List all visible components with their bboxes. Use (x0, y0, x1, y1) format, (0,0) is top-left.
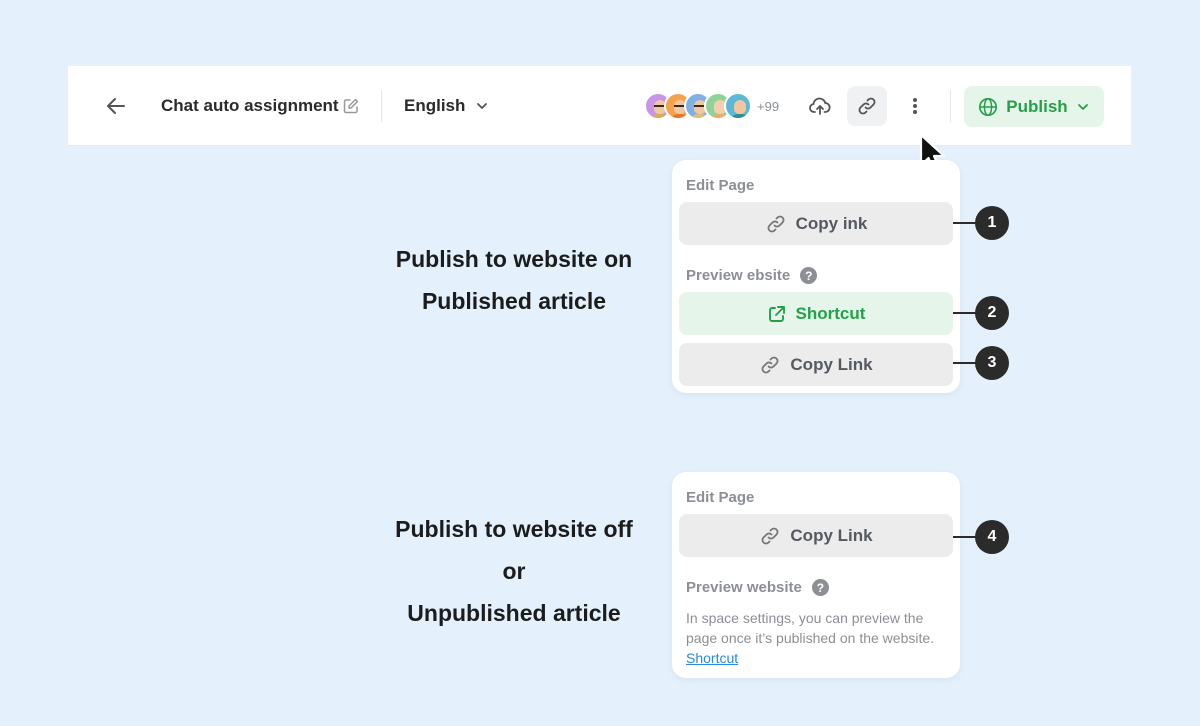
callout-badge-1: 1 (975, 206, 1009, 240)
copy-edit-link-button[interactable]: Copy ink (679, 202, 953, 245)
cloud-upload-button[interactable] (800, 86, 840, 126)
chevron-down-icon (1077, 103, 1088, 110)
copy-preview-link-button[interactable]: Copy Link (679, 343, 953, 386)
shortcut-button[interactable]: Shortcut (679, 292, 953, 335)
language-dropdown[interactable]: English (404, 96, 489, 116)
copy-link-button[interactable]: Copy Link (679, 514, 953, 557)
divider (381, 90, 382, 122)
more-vertical-icon (913, 98, 917, 114)
collaborators-more-count[interactable]: +99 (757, 99, 779, 114)
copy-link-button[interactable] (847, 86, 887, 126)
preview-note: In space settings, you can preview the p… (686, 610, 935, 666)
edit-pencil-icon[interactable] (342, 97, 360, 115)
back-arrow-icon[interactable] (104, 94, 128, 118)
callout-badge-2: 2 (975, 296, 1009, 330)
page-title: Chat auto assignment (161, 96, 339, 115)
preview-website-section-label: Preview ebsite ? (686, 267, 818, 284)
top-bar: Chat auto assignment English +99 Publish (68, 66, 1131, 146)
cloud-upload-icon (809, 97, 831, 115)
more-options-button[interactable] (895, 86, 935, 126)
divider (950, 90, 951, 122)
link-icon (767, 215, 785, 232)
external-link-icon (768, 305, 785, 322)
callout-badge-3: 3 (975, 346, 1009, 380)
unpublished-state-heading: Publish to website off or Unpublished ar… (395, 516, 633, 626)
avatar (724, 92, 752, 120)
collaborator-avatars[interactable]: +99 (644, 92, 779, 120)
shortcut-link[interactable]: Shortcut (686, 650, 738, 666)
publish-button[interactable]: Publish (964, 86, 1104, 127)
help-icon[interactable]: ? (800, 267, 818, 284)
link-icon (858, 97, 876, 115)
link-icon (761, 356, 779, 373)
callout-badge-4: 4 (975, 520, 1009, 554)
language-label: English (404, 96, 466, 115)
link-icon (761, 527, 779, 544)
unpublished-dropdown-menu: Edit Page Copy Link Preview website ? In… (672, 472, 960, 678)
edit-page-section-label: Edit Page (686, 489, 755, 506)
preview-website-section-label: Preview website ? (686, 579, 829, 596)
edit-page-section-label: Edit Page (686, 177, 755, 194)
published-dropdown-menu: Edit Page Copy ink Preview ebsite ? Shor… (672, 160, 960, 393)
chevron-down-icon (477, 103, 488, 109)
publish-label: Publish (1006, 96, 1068, 116)
help-icon[interactable]: ? (811, 579, 829, 596)
published-state-heading: Publish to website on Published article (395, 246, 633, 314)
globe-icon (979, 97, 998, 116)
